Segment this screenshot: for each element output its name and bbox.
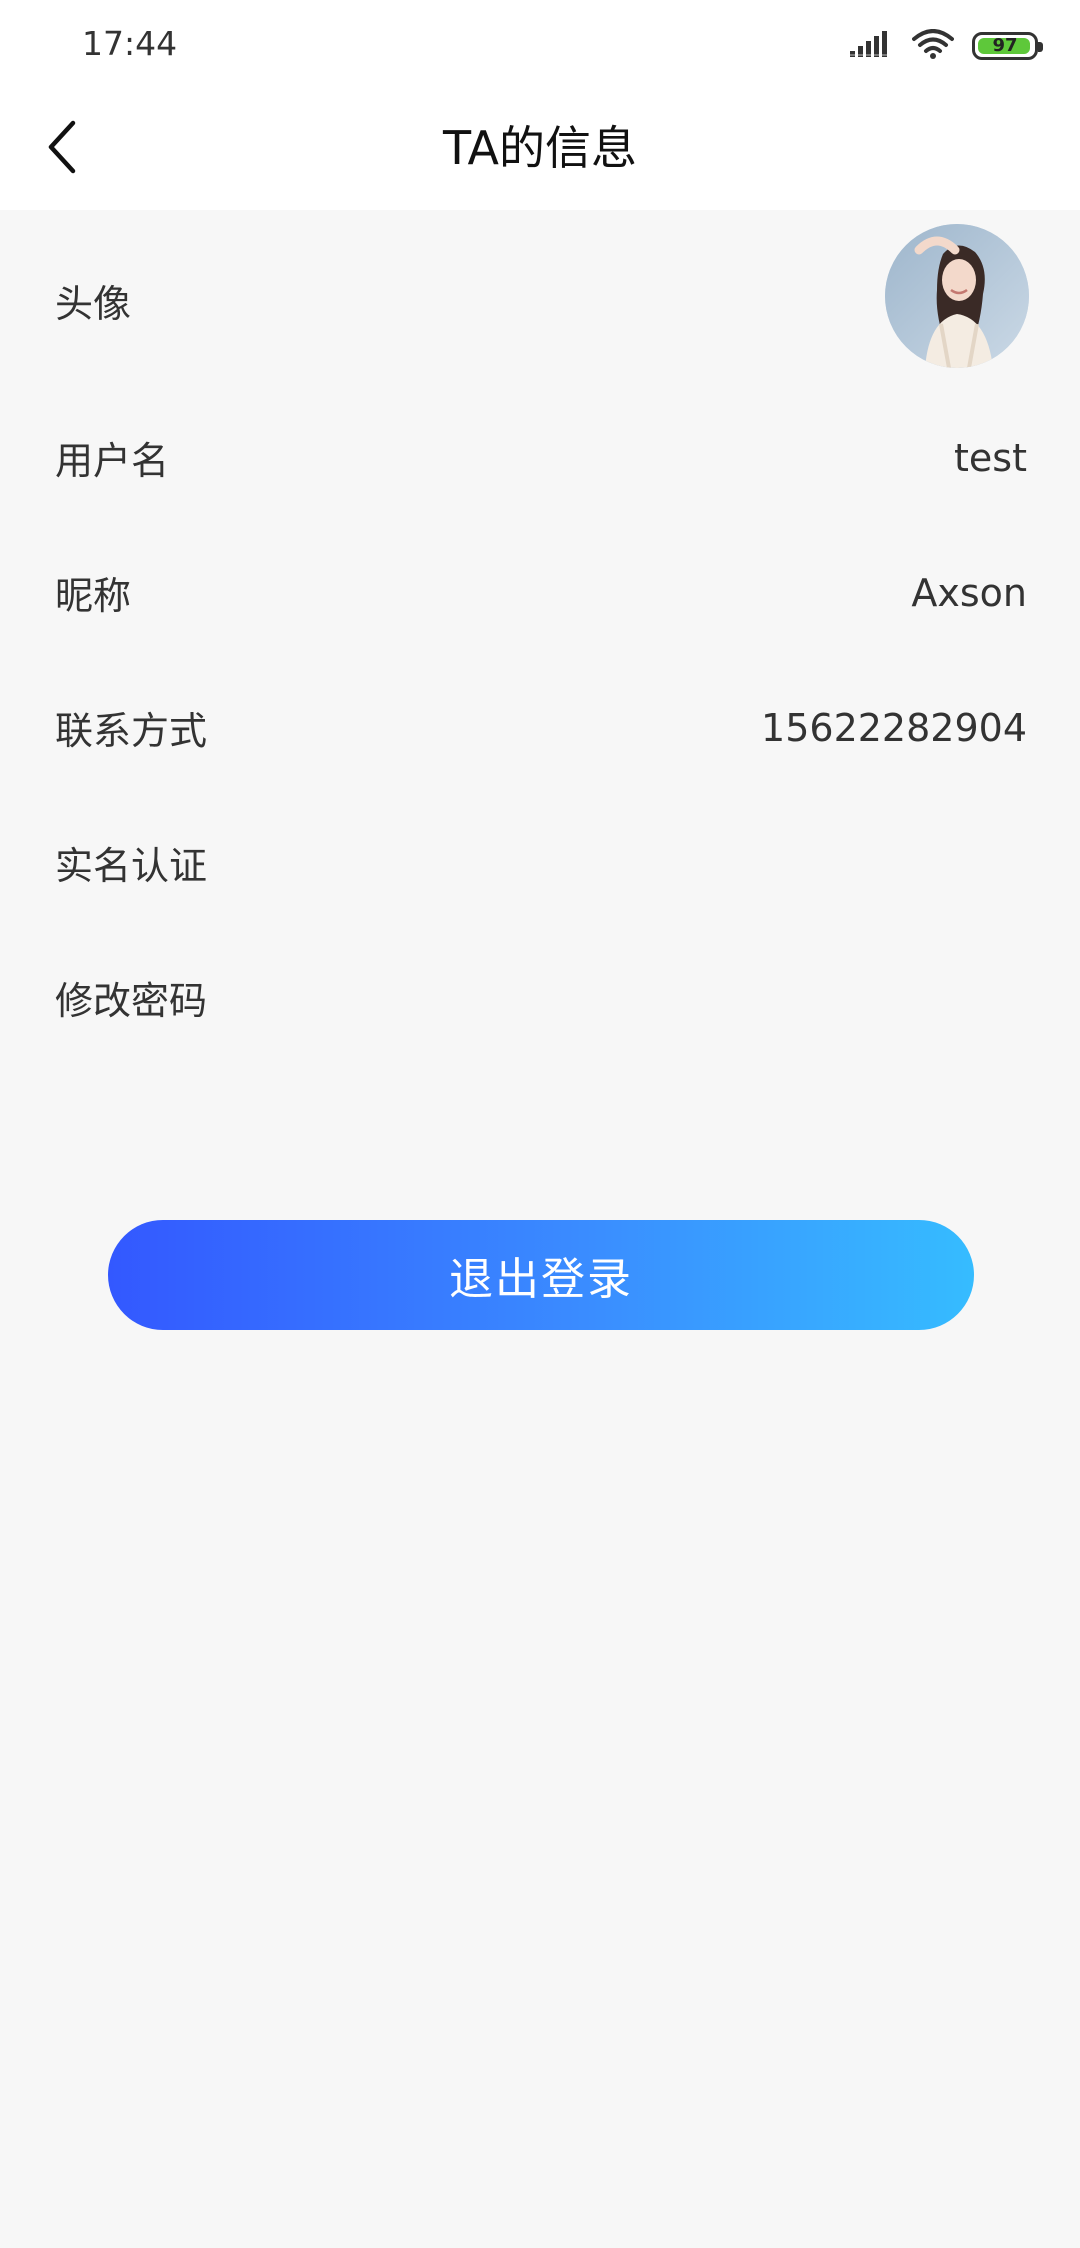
- wifi-icon: [912, 29, 954, 63]
- avatar[interactable]: [885, 224, 1029, 368]
- logout-button[interactable]: 退出登录: [108, 1220, 974, 1330]
- nickname-value: Axson: [911, 570, 1027, 615]
- status-time: 17:44: [82, 24, 178, 63]
- password-label: 修改密码: [55, 979, 208, 1023]
- signal-icon: [850, 29, 894, 63]
- avatar-row[interactable]: 头像: [0, 210, 1080, 390]
- password-row[interactable]: 修改密码: [0, 930, 1080, 1065]
- contact-row[interactable]: 联系方式 15622282904: [0, 660, 1080, 795]
- username-label: 用户名: [55, 439, 170, 483]
- username-row: 用户名 test: [0, 390, 1080, 525]
- nickname-label: 昵称: [55, 574, 132, 618]
- avatar-label: 头像: [55, 281, 132, 326]
- battery-icon: 97: [972, 32, 1043, 60]
- nav-bar: TA的信息: [0, 88, 1080, 210]
- realname-row[interactable]: 实名认证: [0, 795, 1080, 930]
- battery-tip: [1038, 42, 1043, 52]
- battery-level-text: 97: [992, 35, 1018, 56]
- username-value: test: [954, 435, 1027, 480]
- nickname-row[interactable]: 昵称 Axson: [0, 525, 1080, 660]
- status-icons: 97: [850, 26, 1043, 66]
- status-bar: 17:44 97: [0, 0, 1080, 88]
- page-title: TA的信息: [443, 121, 637, 175]
- contact-label: 联系方式: [55, 709, 208, 753]
- contact-value: 15622282904: [761, 705, 1027, 750]
- realname-label: 实名认证: [55, 844, 208, 888]
